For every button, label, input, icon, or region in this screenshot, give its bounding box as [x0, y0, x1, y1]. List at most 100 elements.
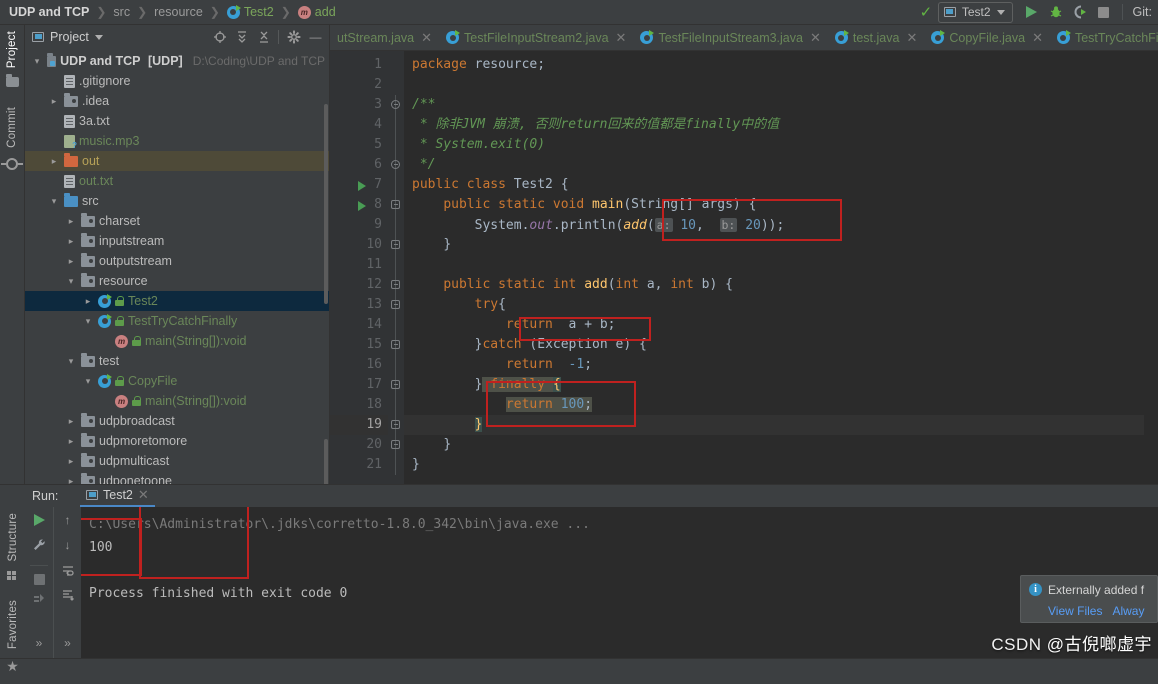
- project-tree[interactable]: ▾ UDP and TCP [UDP] D:\Coding\UDP and TCP ▸…: [25, 49, 329, 484]
- close-icon[interactable]: ✕: [138, 487, 149, 503]
- tree-scrollbar-h[interactable]: [324, 439, 328, 484]
- line-number[interactable]: 21: [330, 455, 388, 475]
- run-configuration-selector[interactable]: Test2: [937, 1, 1013, 23]
- hide-icon[interactable]: —: [306, 28, 325, 47]
- line-number[interactable]: 19: [330, 415, 388, 435]
- chevron-down-icon[interactable]: ▾: [82, 315, 94, 327]
- breadcrumb-src[interactable]: src: [113, 5, 130, 19]
- line-number[interactable]: 17: [330, 375, 388, 395]
- editor-tab-testfileinputstream2[interactable]: TestFileInputStream2.java ✕: [439, 25, 633, 50]
- run-line-marker-icon[interactable]: [358, 181, 366, 191]
- tree-node-charset[interactable]: ▸ charset: [25, 211, 329, 231]
- fold-region[interactable]: [388, 295, 404, 315]
- fold-region[interactable]: [388, 455, 404, 475]
- tool-window-favorites[interactable]: Favorites ★: [6, 594, 19, 680]
- tree-node-resource[interactable]: ▾ resource: [25, 271, 329, 291]
- fold-region[interactable]: [388, 175, 404, 195]
- fold-region[interactable]: [388, 415, 404, 435]
- chevron-right-icon[interactable]: ▸: [65, 415, 77, 427]
- tree-node-outputstream[interactable]: ▸ outputstream: [25, 251, 329, 271]
- fold-marker-icon[interactable]: [391, 440, 400, 449]
- fold-region[interactable]: [388, 355, 404, 375]
- editor-tab-utstream[interactable]: utStream.java ✕: [330, 25, 439, 50]
- always-link[interactable]: Alway: [1112, 604, 1144, 618]
- fold-region[interactable]: [388, 435, 404, 455]
- fold-region[interactable]: [388, 55, 404, 75]
- fold-region[interactable]: [388, 315, 404, 335]
- editor-tabs[interactable]: utStream.java ✕ TestFileInputStream2.java ✕…: [330, 25, 1158, 51]
- tree-node-udpmoretomore[interactable]: ▸ udpmoretomore: [25, 431, 329, 451]
- fold-marker-icon[interactable]: [391, 340, 400, 349]
- chevron-right-icon[interactable]: ▸: [65, 435, 77, 447]
- tree-node-udpbroadcast[interactable]: ▸ udpbroadcast: [25, 411, 329, 431]
- up-arrow-icon[interactable]: ↑: [59, 511, 77, 529]
- chevron-down-icon[interactable]: ▾: [82, 375, 94, 387]
- rerun-icon[interactable]: [30, 511, 48, 529]
- tool-window-structure[interactable]: Structure: [7, 507, 19, 590]
- line-number[interactable]: 18: [330, 395, 388, 415]
- fold-region[interactable]: [388, 395, 404, 415]
- tree-node-src[interactable]: ▾ src: [25, 191, 329, 211]
- view-files-link[interactable]: View Files: [1048, 604, 1102, 618]
- collapse-all-icon[interactable]: [254, 28, 273, 47]
- fold-region[interactable]: [388, 95, 404, 115]
- code-text[interactable]: package resource; /** * 除非JVM 崩溃, 否则retu…: [404, 51, 1144, 484]
- chevron-right-icon[interactable]: ▸: [82, 295, 94, 307]
- close-icon[interactable]: ✕: [419, 30, 432, 46]
- tool-window-commit[interactable]: Commit: [1, 101, 23, 171]
- tree-node-music-mp3[interactable]: ▸music.mp3: [25, 131, 329, 151]
- line-number[interactable]: 15: [330, 335, 388, 355]
- breadcrumb-project[interactable]: UDP and TCP: [9, 5, 89, 19]
- tree-node-copyfile[interactable]: ▾ CopyFile: [25, 371, 329, 391]
- tool-window-project[interactable]: Project: [5, 25, 19, 95]
- tree-node-test[interactable]: ▾ test: [25, 351, 329, 371]
- fold-marker-icon[interactable]: [391, 200, 400, 209]
- editor-tab-test[interactable]: test.java ✕: [828, 25, 924, 50]
- fold-marker-icon[interactable]: [391, 300, 400, 309]
- chevron-right-icon[interactable]: ▸: [48, 155, 60, 167]
- project-panel-title[interactable]: Project: [50, 30, 89, 44]
- settings-wrench-icon[interactable]: [30, 536, 48, 554]
- debug-icon[interactable]: [1044, 2, 1068, 23]
- line-number[interactable]: 13: [330, 295, 388, 315]
- chevron-right-icon[interactable]: ▸: [48, 95, 60, 107]
- line-number[interactable]: 8: [330, 195, 388, 215]
- tree-scrollbar[interactable]: [324, 104, 328, 304]
- fold-region[interactable]: [388, 215, 404, 235]
- tree-node-gitignore[interactable]: ▸.gitignore: [25, 71, 329, 91]
- soft-wrap-icon[interactable]: [59, 561, 77, 579]
- tree-node-main-string-void[interactable]: ▸mmain(String[]):void: [25, 391, 329, 411]
- chevron-right-icon[interactable]: ▸: [65, 235, 77, 247]
- fold-region[interactable]: [388, 335, 404, 355]
- gear-icon[interactable]: [284, 28, 303, 47]
- run-with-coverage-icon[interactable]: [1068, 2, 1092, 23]
- tree-node-3a-txt[interactable]: ▸3a.txt: [25, 111, 329, 131]
- fold-marker-icon[interactable]: [391, 420, 400, 429]
- close-icon[interactable]: ✕: [1030, 30, 1043, 46]
- stop-icon[interactable]: [30, 565, 48, 585]
- fold-region[interactable]: [388, 195, 404, 215]
- line-number[interactable]: 14: [330, 315, 388, 335]
- line-number[interactable]: 16: [330, 355, 388, 375]
- fold-region[interactable]: [388, 135, 404, 155]
- expand-more-icon[interactable]: »: [59, 634, 77, 652]
- down-arrow-icon[interactable]: ↓: [59, 536, 77, 554]
- fold-region[interactable]: [388, 235, 404, 255]
- line-number[interactable]: 10: [330, 235, 388, 255]
- tree-node-inputstream[interactable]: ▸ inputstream: [25, 231, 329, 251]
- editor-tab-copyfile[interactable]: CopyFile.java ✕: [924, 25, 1050, 50]
- chevron-down-icon[interactable]: ▾: [65, 355, 77, 367]
- tree-node-out-txt[interactable]: ▸out.txt: [25, 171, 329, 191]
- editor-tab-testfileinputstream3[interactable]: TestFileInputStream3.java ✕: [633, 25, 827, 50]
- line-number[interactable]: 12: [330, 275, 388, 295]
- chevron-down-icon[interactable]: ▾: [31, 55, 43, 67]
- fold-marker-icon[interactable]: [391, 240, 400, 249]
- tree-node-main-string-void[interactable]: ▸mmain(String[]):void: [25, 331, 329, 351]
- close-icon[interactable]: ✕: [808, 30, 821, 46]
- chevron-right-icon[interactable]: ▸: [65, 255, 77, 267]
- line-number[interactable]: 6: [330, 155, 388, 175]
- chevron-right-icon[interactable]: ▸: [65, 475, 77, 485]
- tree-node-udp-and-tcp[interactable]: ▾ UDP and TCP [UDP] D:\Coding\UDP and TCP: [25, 51, 329, 71]
- breadcrumb-package[interactable]: resource: [154, 5, 203, 19]
- close-icon[interactable]: ✕: [904, 30, 917, 46]
